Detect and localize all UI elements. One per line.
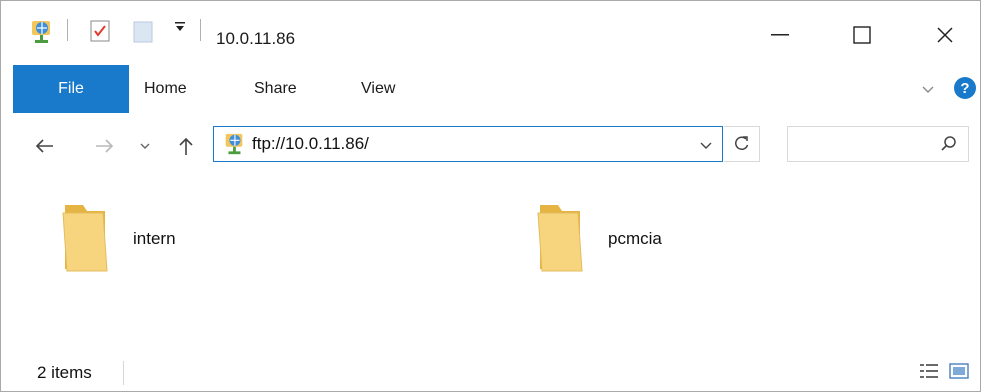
expand-ribbon-icon[interactable] <box>921 82 935 100</box>
folder-name: pcmcia <box>608 229 662 248</box>
maximize-button[interactable] <box>839 15 885 55</box>
tab-view-label: View <box>361 80 396 97</box>
back-arrow-icon[interactable] <box>31 133 57 159</box>
large-icons-view-icon[interactable] <box>949 362 969 380</box>
folder-icon <box>59 199 111 280</box>
maximize-icon <box>853 26 871 44</box>
svg-text:?: ? <box>960 80 969 97</box>
folder-icon <box>534 199 586 280</box>
tab-view[interactable]: View <box>361 65 395 113</box>
item-count: 2 items <box>37 363 92 382</box>
qa-separator-1 <box>67 19 68 41</box>
customize-qa-dropdown-icon[interactable] <box>173 19 187 33</box>
close-icon <box>937 27 953 43</box>
new-folder-icon[interactable] <box>131 19 155 43</box>
tab-home[interactable]: Home <box>144 65 187 113</box>
tab-file[interactable]: File <box>13 65 129 113</box>
help-icon[interactable]: ? <box>953 76 977 105</box>
status-separator <box>123 361 124 385</box>
properties-icon[interactable] <box>89 19 111 43</box>
up-arrow-icon[interactable] <box>173 133 199 159</box>
list-item-intern[interactable]: intern <box>59 201 176 277</box>
search-input[interactable] <box>787 126 969 162</box>
minimize-button[interactable] <box>757 15 803 55</box>
ftp-location-icon <box>222 132 246 161</box>
address-history-dropdown-icon[interactable] <box>700 138 712 156</box>
minimize-icon <box>771 34 789 36</box>
list-item-pcmcia[interactable]: pcmcia <box>534 201 662 277</box>
forward-arrow-icon[interactable] <box>92 133 118 159</box>
recent-dropdown-icon[interactable] <box>132 133 158 159</box>
network-drive-icon <box>28 19 54 45</box>
explorer-window: 10.0.11.86 File Home Share View ? ftp://… <box>0 0 981 392</box>
tab-share-label: Share <box>254 80 297 97</box>
tab-file-label: File <box>58 80 84 97</box>
ribbon-tabs: File Home Share View ? <box>1 65 980 114</box>
qa-separator-2 <box>200 19 201 41</box>
window-title: 10.0.11.86 <box>216 29 296 48</box>
folder-name: intern <box>133 229 176 248</box>
title-bar: 10.0.11.86 <box>1 1 980 65</box>
address-text: ftp://10.0.11.86/ <box>252 134 369 153</box>
details-view-icon[interactable] <box>919 362 939 380</box>
refresh-button[interactable] <box>724 126 760 162</box>
refresh-icon <box>734 136 748 150</box>
tab-share[interactable]: Share <box>254 65 297 113</box>
address-bar[interactable]: ftp://10.0.11.86/ <box>213 126 723 162</box>
search-icon[interactable] <box>940 135 958 158</box>
close-button[interactable] <box>922 15 968 55</box>
status-bar: 2 items <box>1 351 980 391</box>
tab-home-label: Home <box>144 80 187 97</box>
